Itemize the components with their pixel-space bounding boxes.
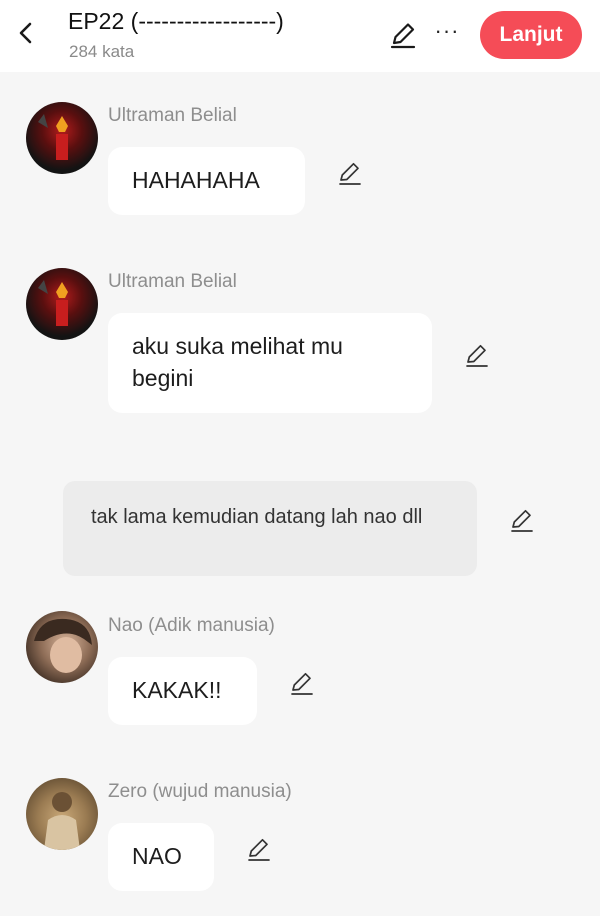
edit-message-button[interactable] [245, 835, 273, 863]
dialogue-text: HAHAHAHA [132, 167, 260, 193]
chapter-title: EP22 (------------------) [68, 8, 284, 34]
dialogue-bubble[interactable]: aku suka melihat mu begini [108, 313, 432, 413]
edit-message-button[interactable] [336, 159, 364, 187]
speaker-name: Zero (wujud manusia) [108, 781, 292, 802]
narration-block[interactable]: tak lama kemudian datang lah nao dll [63, 481, 477, 576]
avatar[interactable] [26, 611, 98, 683]
pencil-icon [339, 162, 361, 185]
edit-title-button[interactable] [388, 20, 418, 50]
top-bar: EP22 (------------------) 284 kata ··· L… [0, 0, 600, 72]
edit-message-button[interactable] [508, 506, 536, 534]
dialogue-text: KAKAK!! [132, 677, 222, 703]
dialogue-text: aku suka melihat mu begini [132, 333, 343, 391]
dialogue-text: NAO [132, 843, 182, 869]
word-count: 284 kata [69, 42, 135, 61]
next-button[interactable]: Lanjut [480, 11, 582, 59]
dialogue-bubble[interactable]: NAO [108, 823, 214, 891]
avatar[interactable] [26, 268, 98, 340]
more-options-button[interactable]: ··· [432, 16, 462, 46]
zero-avatar-image [44, 792, 80, 850]
nao-avatar-image [34, 618, 92, 673]
speaker-name: Ultraman Belial [108, 105, 237, 126]
ultraman-belial-avatar-image [38, 114, 68, 160]
more-dots-icon: ··· [434, 18, 460, 43]
speaker-name: Ultraman Belial [108, 271, 237, 292]
dialogue-bubble[interactable]: HAHAHAHA [108, 147, 305, 215]
pencil-icon [466, 344, 488, 367]
pencil-icon [511, 509, 533, 532]
pencil-icon [291, 672, 313, 695]
narration-text: tak lama kemudian datang lah nao dll [91, 506, 423, 528]
back-button[interactable] [14, 18, 38, 48]
avatar[interactable] [26, 778, 98, 850]
speaker-name: Nao (Adik manusia) [108, 615, 275, 636]
edit-message-button[interactable] [463, 341, 491, 369]
avatar[interactable] [26, 102, 98, 174]
edit-message-button[interactable] [288, 669, 316, 697]
chevron-left-icon [19, 22, 32, 44]
pencil-icon [248, 838, 270, 861]
pencil-icon [390, 23, 416, 49]
ultraman-belial-avatar-image [38, 280, 68, 326]
dialogue-bubble[interactable]: KAKAK!! [108, 657, 257, 725]
